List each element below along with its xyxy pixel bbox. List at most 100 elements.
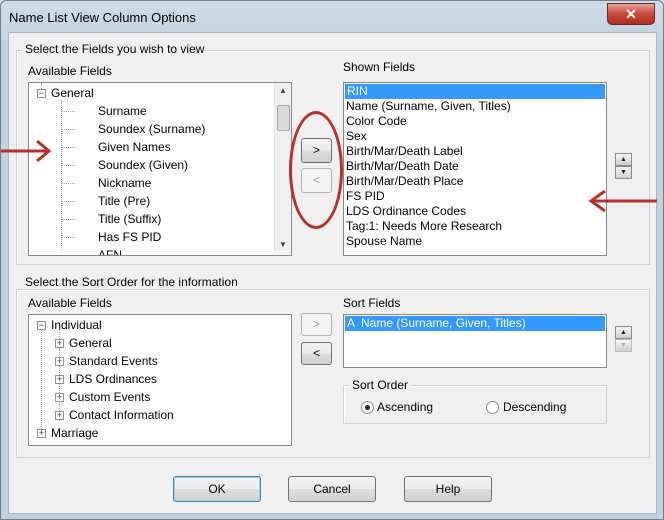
tree-item[interactable]: + Custom Events [55,388,150,406]
move-up-button[interactable]: ▲ [615,153,632,166]
ok-button[interactable]: OK [173,476,261,502]
shown-field-item[interactable]: Birth/Mar/Death Label [346,144,463,159]
sort-available-fields-tree[interactable]: − Individual + General + Standard Events + LDS … [28,314,292,446]
tree-item-label: General [69,336,112,350]
tree-item-label: Soundex (Surname) [98,122,206,136]
down-arrow-icon: ▼ [620,342,627,349]
scroll-down-arrow-icon[interactable]: ▼ [275,237,291,253]
up-arrow-icon: ▲ [620,329,627,336]
tree-line [61,201,75,202]
ascending-label[interactable]: Ascending [377,400,433,414]
highlight-ellipse [289,111,343,229]
shown-field-item[interactable]: FS PID [346,189,385,204]
tree-item-label: General [51,86,94,100]
tree-line [61,165,75,166]
dialog-body: Select the Fields you wish to view Avail… [1,32,657,514]
tree-item-label: Has FS PID [98,230,162,244]
scrollbar-thumb[interactable] [277,105,290,131]
shown-field-item[interactable]: LDS Ordinance Codes [346,204,466,219]
available-fields-tree[interactable]: − General Surname Soundex (Surname) Given Na… [28,82,292,256]
tree-line [61,111,75,112]
expand-icon[interactable]: + [55,393,64,402]
tree-item-label: Nickname [98,176,152,190]
sort-move-up-button[interactable]: ▲ [615,326,632,339]
expand-icon[interactable]: + [55,357,64,366]
tree-item[interactable]: Nickname [61,174,151,192]
tree-item-label: Individual [51,318,102,332]
tree-item-label: Surname [98,104,147,118]
shown-field-item[interactable]: Sex [346,129,367,144]
ascending-radio[interactable] [361,401,374,414]
tree-item[interactable]: − Individual [37,316,102,334]
tree-item-label: LDS Ordinances [69,372,158,386]
tree-item-label: Custom Events [69,390,151,404]
tree-line [61,237,75,238]
shown-field-item[interactable]: Tag:1: Needs More Research [346,219,502,234]
shown-field-item[interactable]: Spouse Name [346,234,422,249]
title-bar: Name List View Column Options ✕ [1,1,663,33]
tree-item[interactable]: Has FS PID [61,228,161,246]
tree-line [61,183,75,184]
red-arrow-right-icon [1,139,52,163]
tree-item-label: Soundex (Given) [98,158,189,172]
sort-available-fields-label: Available Fields [28,296,112,310]
sort-move-down-button[interactable]: ▼ [615,339,632,352]
tree-item-label: Title (Suffix) [98,212,162,226]
shown-field-item[interactable]: Birth/Mar/Death Date [346,159,459,174]
tree-line [61,219,75,220]
tree-item[interactable]: + Contact Information [55,406,174,424]
descending-radio[interactable] [486,401,499,414]
collapse-icon[interactable]: − [37,321,46,330]
tree-item[interactable]: Soundex (Given) [61,156,188,174]
tree-item-label: Marriage [51,426,99,440]
tree-line [61,255,75,256]
move-down-button[interactable]: ▼ [615,166,632,179]
sort-group-legend: Select the Sort Order for the informatio… [22,275,241,289]
up-arrow-icon: ▲ [620,156,627,163]
shown-fields-list[interactable]: RIN Name (Surname, Given, Titles) Color Co… [343,82,607,256]
scroll-up-arrow-icon[interactable]: ▲ [275,83,291,99]
tree-item[interactable]: + LDS Ordinances [55,370,157,388]
expand-icon[interactable]: + [55,375,64,384]
sort-fields-list[interactable]: A Name (Surname, Given, Titles) [343,314,607,368]
tree-item[interactable]: + General [55,334,112,352]
tree-item-label: Contact Information [69,408,174,422]
fields-group-legend: Select the Fields you wish to view [22,42,208,56]
shown-field-item[interactable]: Birth/Mar/Death Place [346,174,463,189]
tree-item-label: AFN [98,248,122,256]
remove-sort-field-button[interactable]: < [301,342,332,365]
down-arrow-icon: ▼ [620,169,627,176]
descending-label[interactable]: Descending [503,400,566,414]
window-title: Name List View Column Options [9,10,196,25]
help-button[interactable]: Help [404,476,492,502]
tree-item[interactable]: Soundex (Surname) [61,120,205,138]
radio-selected-dot [365,405,370,410]
expand-icon[interactable]: + [37,429,46,438]
close-button[interactable]: ✕ [607,3,655,25]
expand-icon[interactable]: + [55,411,64,420]
tree-item[interactable]: Title (Pre) [61,192,150,210]
close-icon: ✕ [625,6,637,22]
tree-item[interactable]: − General [37,84,94,102]
expand-icon[interactable]: + [55,339,64,348]
tree-item[interactable]: Title (Suffix) [61,210,161,228]
tree-line [41,329,42,437]
shown-field-item[interactable]: Color Code [346,114,407,129]
tree-item[interactable]: Surname [61,102,147,120]
tree-item-label: Given Names [98,140,171,154]
sort-field-item[interactable]: A Name (Surname, Given, Titles) [345,316,605,331]
collapse-icon[interactable]: − [37,89,46,98]
sort-fields-label: Sort Fields [343,296,401,310]
shown-field-item[interactable]: Name (Surname, Given, Titles) [346,99,511,114]
available-fields-label: Available Fields [28,64,112,78]
tree-item[interactable]: + Marriage [37,424,98,442]
tree-item[interactable]: + Standard Events [55,352,158,370]
red-arrow-left-icon [588,189,657,213]
tree-line [61,129,75,130]
tree-item[interactable]: AFN [61,246,122,256]
cancel-button[interactable]: Cancel [288,476,376,502]
tree-line [61,147,75,148]
shown-field-item[interactable]: RIN [345,84,605,99]
add-sort-field-button[interactable]: > [301,313,332,336]
tree-item[interactable]: Given Names [61,138,171,156]
